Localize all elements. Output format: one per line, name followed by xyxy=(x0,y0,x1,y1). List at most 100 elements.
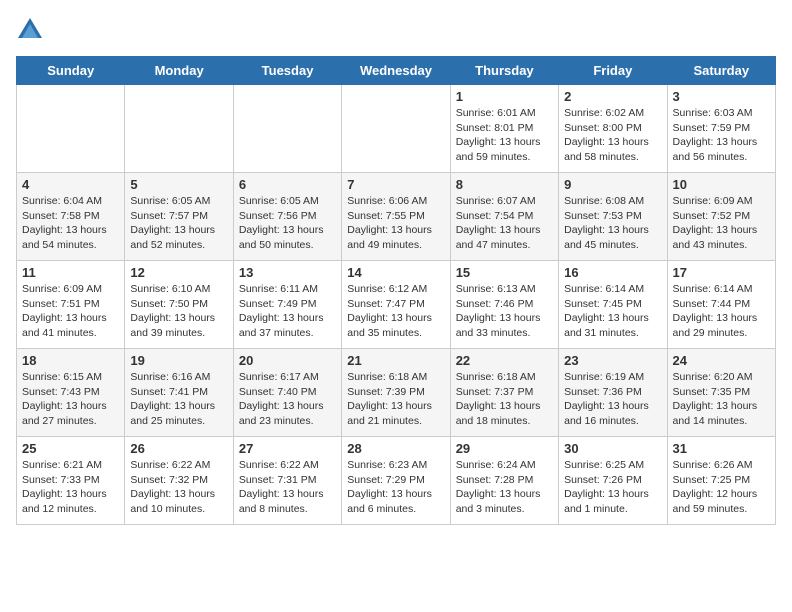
cell-info: Sunrise: 6:15 AMSunset: 7:43 PMDaylight:… xyxy=(22,370,119,429)
day-number: 9 xyxy=(564,177,661,192)
cell-info: Sunrise: 6:17 AMSunset: 7:40 PMDaylight:… xyxy=(239,370,336,429)
day-number: 31 xyxy=(673,441,770,456)
day-number: 26 xyxy=(130,441,227,456)
cell-info: Sunrise: 6:23 AMSunset: 7:29 PMDaylight:… xyxy=(347,458,444,517)
cell-info: Sunrise: 6:14 AMSunset: 7:45 PMDaylight:… xyxy=(564,282,661,341)
cell-info: Sunrise: 6:09 AMSunset: 7:51 PMDaylight:… xyxy=(22,282,119,341)
day-number: 1 xyxy=(456,89,553,104)
day-number: 25 xyxy=(22,441,119,456)
cell-info: Sunrise: 6:22 AMSunset: 7:32 PMDaylight:… xyxy=(130,458,227,517)
calendar-cell: 30 Sunrise: 6:25 AMSunset: 7:26 PMDayligh… xyxy=(559,437,667,525)
cell-info: Sunrise: 6:22 AMSunset: 7:31 PMDaylight:… xyxy=(239,458,336,517)
calendar-header-row: SundayMondayTuesdayWednesdayThursdayFrid… xyxy=(17,57,776,85)
day-number: 18 xyxy=(22,353,119,368)
day-of-week-header: Wednesday xyxy=(342,57,450,85)
page-header xyxy=(16,16,776,44)
cell-info: Sunrise: 6:13 AMSunset: 7:46 PMDaylight:… xyxy=(456,282,553,341)
day-number: 16 xyxy=(564,265,661,280)
day-number: 12 xyxy=(130,265,227,280)
day-number: 3 xyxy=(673,89,770,104)
calendar-cell: 11 Sunrise: 6:09 AMSunset: 7:51 PMDayligh… xyxy=(17,261,125,349)
calendar-cell: 21 Sunrise: 6:18 AMSunset: 7:39 PMDayligh… xyxy=(342,349,450,437)
calendar-cell: 20 Sunrise: 6:17 AMSunset: 7:40 PMDayligh… xyxy=(233,349,341,437)
calendar-week-row: 4 Sunrise: 6:04 AMSunset: 7:58 PMDaylight… xyxy=(17,173,776,261)
cell-info: Sunrise: 6:01 AMSunset: 8:01 PMDaylight:… xyxy=(456,106,553,165)
calendar-cell: 7 Sunrise: 6:06 AMSunset: 7:55 PMDaylight… xyxy=(342,173,450,261)
calendar-cell: 22 Sunrise: 6:18 AMSunset: 7:37 PMDayligh… xyxy=(450,349,558,437)
calendar-cell: 2 Sunrise: 6:02 AMSunset: 8:00 PMDaylight… xyxy=(559,85,667,173)
day-number: 24 xyxy=(673,353,770,368)
calendar-cell: 18 Sunrise: 6:15 AMSunset: 7:43 PMDayligh… xyxy=(17,349,125,437)
day-number: 7 xyxy=(347,177,444,192)
day-number: 6 xyxy=(239,177,336,192)
day-number: 13 xyxy=(239,265,336,280)
calendar-cell: 29Sunrise: 6:24 AMSunset: 7:28 PMDayligh… xyxy=(450,437,558,525)
day-number: 30 xyxy=(564,441,661,456)
logo xyxy=(16,16,48,44)
calendar-cell: 16 Sunrise: 6:14 AMSunset: 7:45 PMDayligh… xyxy=(559,261,667,349)
cell-info: Sunrise: 6:05 AMSunset: 7:56 PMDaylight:… xyxy=(239,194,336,253)
cell-info: Sunrise: 6:18 AMSunset: 7:37 PMDaylight:… xyxy=(456,370,553,429)
day-number: 10 xyxy=(673,177,770,192)
calendar-cell: 5 Sunrise: 6:05 AMSunset: 7:57 PMDaylight… xyxy=(125,173,233,261)
day-of-week-header: Saturday xyxy=(667,57,775,85)
cell-info: Sunrise: 6:09 AMSunset: 7:52 PMDaylight:… xyxy=(673,194,770,253)
day-number: 5 xyxy=(130,177,227,192)
calendar-cell: 14 Sunrise: 6:12 AMSunset: 7:47 PMDayligh… xyxy=(342,261,450,349)
calendar-cell: 17 Sunrise: 6:14 AMSunset: 7:44 PMDayligh… xyxy=(667,261,775,349)
cell-info: Sunrise: 6:03 AMSunset: 7:59 PMDaylight:… xyxy=(673,106,770,165)
cell-info: Sunrise: 6:06 AMSunset: 7:55 PMDaylight:… xyxy=(347,194,444,253)
calendar-cell: 19 Sunrise: 6:16 AMSunset: 7:41 PMDayligh… xyxy=(125,349,233,437)
cell-info: Sunrise: 6:18 AMSunset: 7:39 PMDaylight:… xyxy=(347,370,444,429)
calendar-cell: 23Sunrise: 6:19 AMSunset: 7:36 PMDayligh… xyxy=(559,349,667,437)
calendar-cell: 31 Sunrise: 6:26 AMSunset: 7:25 PMDayligh… xyxy=(667,437,775,525)
calendar-cell: 25Sunrise: 6:21 AMSunset: 7:33 PMDayligh… xyxy=(17,437,125,525)
day-of-week-header: Sunday xyxy=(17,57,125,85)
day-number: 20 xyxy=(239,353,336,368)
calendar-cell: 1 Sunrise: 6:01 AMSunset: 8:01 PMDaylight… xyxy=(450,85,558,173)
day-number: 21 xyxy=(347,353,444,368)
cell-info: Sunrise: 6:05 AMSunset: 7:57 PMDaylight:… xyxy=(130,194,227,253)
logo-icon xyxy=(16,16,44,44)
day-number: 22 xyxy=(456,353,553,368)
cell-info: Sunrise: 6:04 AMSunset: 7:58 PMDaylight:… xyxy=(22,194,119,253)
calendar-cell: 12 Sunrise: 6:10 AMSunset: 7:50 PMDayligh… xyxy=(125,261,233,349)
day-number: 17 xyxy=(673,265,770,280)
calendar-cell: 15 Sunrise: 6:13 AMSunset: 7:46 PMDayligh… xyxy=(450,261,558,349)
cell-info: Sunrise: 6:02 AMSunset: 8:00 PMDaylight:… xyxy=(564,106,661,165)
calendar-week-row: 25Sunrise: 6:21 AMSunset: 7:33 PMDayligh… xyxy=(17,437,776,525)
cell-info: Sunrise: 6:14 AMSunset: 7:44 PMDaylight:… xyxy=(673,282,770,341)
day-number: 14 xyxy=(347,265,444,280)
day-of-week-header: Friday xyxy=(559,57,667,85)
calendar-cell xyxy=(17,85,125,173)
cell-info: Sunrise: 6:12 AMSunset: 7:47 PMDaylight:… xyxy=(347,282,444,341)
cell-info: Sunrise: 6:20 AMSunset: 7:35 PMDaylight:… xyxy=(673,370,770,429)
cell-info: Sunrise: 6:24 AMSunset: 7:28 PMDaylight:… xyxy=(456,458,553,517)
calendar-cell: 6 Sunrise: 6:05 AMSunset: 7:56 PMDaylight… xyxy=(233,173,341,261)
calendar-cell: 10 Sunrise: 6:09 AMSunset: 7:52 PMDayligh… xyxy=(667,173,775,261)
day-number: 15 xyxy=(456,265,553,280)
day-number: 19 xyxy=(130,353,227,368)
calendar-cell: 4 Sunrise: 6:04 AMSunset: 7:58 PMDaylight… xyxy=(17,173,125,261)
cell-info: Sunrise: 6:16 AMSunset: 7:41 PMDaylight:… xyxy=(130,370,227,429)
cell-info: Sunrise: 6:25 AMSunset: 7:26 PMDaylight:… xyxy=(564,458,661,517)
cell-info: Sunrise: 6:19 AMSunset: 7:36 PMDaylight:… xyxy=(564,370,661,429)
calendar-cell: 26 Sunrise: 6:22 AMSunset: 7:32 PMDayligh… xyxy=(125,437,233,525)
cell-info: Sunrise: 6:10 AMSunset: 7:50 PMDaylight:… xyxy=(130,282,227,341)
cell-info: Sunrise: 6:07 AMSunset: 7:54 PMDaylight:… xyxy=(456,194,553,253)
calendar-cell: 9Sunrise: 6:08 AMSunset: 7:53 PMDaylight… xyxy=(559,173,667,261)
day-number: 11 xyxy=(22,265,119,280)
day-of-week-header: Thursday xyxy=(450,57,558,85)
calendar-cell: 28 Sunrise: 6:23 AMSunset: 7:29 PMDayligh… xyxy=(342,437,450,525)
day-number: 8 xyxy=(456,177,553,192)
cell-info: Sunrise: 6:11 AMSunset: 7:49 PMDaylight:… xyxy=(239,282,336,341)
calendar-cell xyxy=(342,85,450,173)
calendar-cell xyxy=(125,85,233,173)
day-number: 2 xyxy=(564,89,661,104)
calendar-cell: 13 Sunrise: 6:11 AMSunset: 7:49 PMDayligh… xyxy=(233,261,341,349)
cell-info: Sunrise: 6:26 AMSunset: 7:25 PMDaylight:… xyxy=(673,458,770,517)
day-number: 4 xyxy=(22,177,119,192)
day-number: 28 xyxy=(347,441,444,456)
calendar-week-row: 1 Sunrise: 6:01 AMSunset: 8:01 PMDaylight… xyxy=(17,85,776,173)
day-of-week-header: Monday xyxy=(125,57,233,85)
